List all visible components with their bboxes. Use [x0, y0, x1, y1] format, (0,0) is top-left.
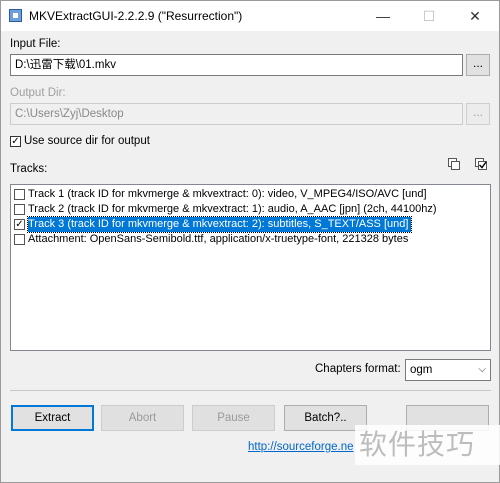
chevron-down-icon: ⌵	[478, 364, 486, 375]
output-dir-label: Output Dir:	[10, 87, 66, 99]
input-file-label: Input File:	[10, 38, 61, 50]
track-checkbox[interactable]	[14, 234, 25, 245]
track-text: Track 2 (track ID for mkvmerge & mkvextr…	[28, 203, 437, 215]
input-browse-button[interactable]: ...	[466, 54, 490, 76]
tracks-label: Tracks:	[10, 163, 48, 175]
chapters-format-value: ogm	[410, 364, 433, 376]
output-browse-button: ...	[466, 103, 490, 125]
sourceforge-link[interactable]: http://sourceforge.ne	[248, 441, 353, 453]
select-none-icon[interactable]	[447, 157, 461, 171]
chapters-format-label: Chapters format:	[315, 363, 401, 375]
output-dir-field: C:\Users\Zyj\Desktop	[10, 103, 463, 125]
track-item[interactable]: Attachment: OpenSans-Semibold.ttf, appli…	[12, 232, 489, 247]
title-bar[interactable]: MKVExtractGUI-2.2.2.9 ("Resurrection") —…	[1, 1, 499, 31]
abort-button: Abort	[101, 405, 184, 431]
extract-button[interactable]: Extract	[11, 405, 94, 431]
tracks-list[interactable]: Track 1 (track ID for mkvmerge & mkvextr…	[10, 184, 491, 351]
close-button[interactable]: ✕	[452, 1, 498, 31]
track-item[interactable]: Track 2 (track ID for mkvmerge & mkvextr…	[12, 202, 489, 217]
maximize-button[interactable]: ☐	[406, 1, 452, 31]
track-text: Attachment: OpenSans-Semibold.ttf, appli…	[28, 233, 409, 245]
minimize-button[interactable]: —	[360, 1, 406, 31]
app-icon	[9, 9, 22, 22]
track-checkbox[interactable]	[14, 189, 25, 200]
pause-button: Pause	[192, 405, 275, 431]
track-checkbox[interactable]	[14, 204, 25, 215]
select-all-icon[interactable]	[474, 157, 488, 171]
input-file-field[interactable]: D:\迅雷下载\01.mkv	[10, 54, 463, 76]
chapters-format-select[interactable]: ogm ⌵	[405, 359, 491, 381]
watermark: 软件技巧	[355, 425, 500, 465]
divider	[10, 390, 491, 391]
use-source-dir-label[interactable]: Use source dir for output	[24, 135, 150, 147]
track-text: Track 1 (track ID for mkvmerge & mkvextr…	[28, 188, 427, 200]
main-window: MKVExtractGUI-2.2.2.9 ("Resurrection") —…	[0, 0, 500, 483]
track-item[interactable]: Track 1 (track ID for mkvmerge & mkvextr…	[12, 187, 489, 202]
window-title: MKVExtractGUI-2.2.2.9 ("Resurrection")	[29, 9, 243, 23]
track-text: Track 3 (track ID for mkvmerge & mkvextr…	[26, 216, 413, 233]
track-item[interactable]: ✓ Track 3 (track ID for mkvmerge & mkvex…	[12, 216, 489, 233]
track-checkbox[interactable]: ✓	[14, 219, 25, 230]
use-source-dir-checkbox[interactable]: ✓	[10, 136, 21, 147]
